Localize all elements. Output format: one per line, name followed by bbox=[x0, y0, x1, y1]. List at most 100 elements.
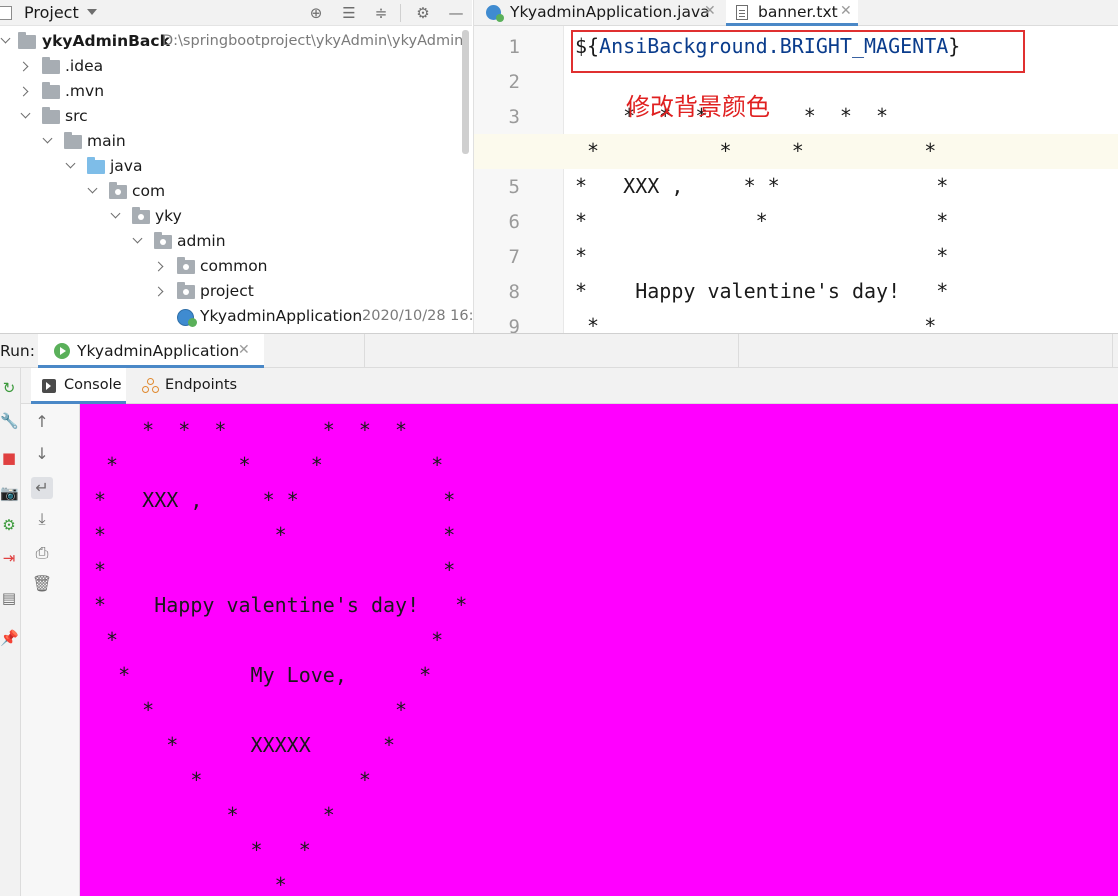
expand-all-icon[interactable]: ☰ bbox=[339, 3, 359, 23]
source-folder-icon bbox=[87, 157, 105, 174]
endpoint-node bbox=[152, 386, 159, 393]
chevron-right-icon[interactable] bbox=[18, 86, 29, 97]
tree-item-mvn[interactable]: .mvn bbox=[0, 80, 472, 105]
package-icon bbox=[132, 207, 150, 224]
console-line: * XXX , * * * bbox=[94, 488, 456, 512]
stop-icon[interactable]: ■ bbox=[0, 448, 18, 468]
code-line[interactable]: * * * bbox=[575, 209, 948, 233]
chevron-down-icon[interactable] bbox=[20, 108, 31, 119]
tree-item-project[interactable]: project bbox=[0, 280, 472, 305]
rerun-icon[interactable]: ↻ bbox=[0, 378, 18, 398]
gear-icon[interactable]: ⚙ bbox=[413, 3, 433, 23]
tree-item-label: ykyAdminBack bbox=[42, 32, 170, 50]
tree-item-label: yky bbox=[155, 207, 182, 225]
pin-icon[interactable]: 📌 bbox=[0, 628, 19, 648]
tree-item-label: .mvn bbox=[65, 82, 105, 100]
locate-file-icon[interactable]: ⊕ bbox=[306, 3, 326, 23]
down-arrow-icon[interactable]: ↓ bbox=[31, 443, 53, 465]
tree-item-label: .idea bbox=[65, 57, 104, 75]
trash-icon[interactable]: 🗑 bbox=[31, 573, 53, 595]
up-arrow-icon[interactable]: ↑ bbox=[31, 411, 53, 433]
line-number: 8 bbox=[508, 281, 520, 303]
tab-banner-txt[interactable]: banner.txt ✕ bbox=[726, 0, 858, 26]
package-icon bbox=[109, 182, 127, 199]
chevron-right-icon[interactable] bbox=[18, 61, 29, 72]
line-number: 6 bbox=[508, 211, 520, 233]
tree-item-ykyadminapplication[interactable]: YkyadminApplication 2020/10/28 16:32 bbox=[0, 305, 472, 330]
tree-item-ykyadminback[interactable]: ykyAdminBack D:\springbootproject\ykyAdm… bbox=[0, 30, 472, 55]
code-line[interactable]: * Happy valentine's day! * bbox=[575, 279, 948, 303]
tree-item-com[interactable]: com bbox=[0, 180, 472, 205]
console-line: * * bbox=[94, 838, 311, 862]
collapse-all-icon[interactable]: ≑ bbox=[371, 3, 391, 23]
tree-item-admin[interactable]: admin bbox=[0, 230, 472, 255]
code-line[interactable]: * * bbox=[575, 244, 948, 268]
run-config-tab[interactable]: YkyadminApplication ✕ bbox=[38, 334, 264, 368]
tab-endpoints[interactable]: Endpoints bbox=[165, 377, 237, 393]
console-line: * * bbox=[94, 768, 371, 792]
annotation-text: 修改背景颜色 bbox=[626, 93, 770, 121]
exit-icon[interactable]: ⇥ bbox=[0, 548, 18, 568]
tab-label: banner.txt bbox=[758, 3, 838, 21]
layout-icon[interactable]: ▤ bbox=[0, 588, 18, 608]
package-icon bbox=[177, 257, 195, 274]
run-tool-window: Run: YkyadminApplication ✕ ↻ 🔧 ■ 📷 ⚙ ⇥ ▤… bbox=[0, 333, 1118, 896]
tab-label: Console bbox=[64, 377, 122, 393]
tree-item-label: com bbox=[132, 182, 166, 200]
tree-item-label: YkyadminApplication bbox=[200, 307, 363, 325]
tree-item-idea[interactable]: .idea bbox=[0, 55, 472, 80]
close-icon[interactable]: ✕ bbox=[840, 3, 852, 19]
chevron-down-icon[interactable] bbox=[110, 208, 121, 219]
line-number-gutter: 1 2 3 4 5 6 7 8 9 bbox=[474, 26, 564, 333]
chevron-down-icon[interactable] bbox=[87, 9, 97, 15]
code-line[interactable]: * * bbox=[575, 314, 936, 333]
project-scrollbar[interactable] bbox=[462, 30, 469, 154]
close-icon[interactable]: ✕ bbox=[704, 3, 716, 19]
print-icon[interactable]: ⎙ bbox=[31, 542, 53, 564]
line-number: 5 bbox=[508, 176, 520, 198]
console-line: * * bbox=[94, 803, 335, 827]
console-line: * * bbox=[94, 558, 456, 582]
tree-item-main[interactable]: main bbox=[0, 130, 472, 155]
console-line: * * bbox=[94, 628, 444, 652]
endpoints-icon[interactable] bbox=[142, 378, 160, 394]
chevron-down-icon[interactable] bbox=[87, 183, 98, 194]
chevron-down-icon[interactable] bbox=[132, 233, 143, 244]
chevron-down-icon[interactable] bbox=[42, 133, 53, 144]
endpoint-node bbox=[142, 386, 149, 393]
line-number: 1 bbox=[508, 36, 520, 58]
project-tree: ykyAdminBack D:\springbootproject\ykyAdm… bbox=[0, 26, 472, 333]
folder-icon bbox=[42, 57, 60, 74]
tab-console[interactable]: Console bbox=[31, 368, 126, 404]
chevron-right-icon[interactable] bbox=[153, 286, 164, 297]
code-line[interactable]: * XXX , * * * bbox=[575, 174, 948, 198]
console-icon bbox=[42, 379, 56, 393]
run-config-label: YkyadminApplication bbox=[77, 342, 240, 360]
tree-item-common[interactable]: common bbox=[0, 255, 472, 280]
scroll-to-end-icon[interactable]: ⤓ bbox=[31, 508, 53, 530]
chevron-right-icon[interactable] bbox=[153, 261, 164, 272]
divider bbox=[738, 334, 739, 368]
tree-item-label: common bbox=[200, 257, 268, 275]
tab-ykyadminapplication-java[interactable]: YkyadminApplication.java ✕ bbox=[474, 0, 724, 26]
tree-item-java[interactable]: java bbox=[0, 155, 472, 180]
chevron-down-icon[interactable] bbox=[65, 158, 76, 169]
console-output[interactable]: * * * * * * * * * * * XXX , * * * * * * … bbox=[80, 404, 1118, 896]
tree-item-src[interactable]: src bbox=[0, 105, 472, 130]
close-icon[interactable]: ✕ bbox=[238, 342, 250, 358]
module-path: D:\springbootproject\ykyAdmin\ykyAdmin bbox=[162, 33, 464, 49]
restore-layout-icon[interactable]: ⚙ bbox=[0, 515, 18, 535]
code-line[interactable]: * * * * bbox=[575, 139, 936, 163]
wrench-icon[interactable]: 🔧 bbox=[0, 411, 19, 431]
soft-wrap-icon[interactable]: ↵ bbox=[31, 477, 53, 499]
minimize-icon[interactable]: — bbox=[446, 3, 466, 23]
package-icon bbox=[177, 282, 195, 299]
camera-icon[interactable]: 📷 bbox=[0, 483, 19, 503]
project-view-selector[interactable]: Project bbox=[24, 3, 79, 22]
console-line: * * * * bbox=[94, 453, 444, 477]
console-toolbar: ↑ ↓ ↵ ⤓ ⎙ 🗑 bbox=[21, 404, 80, 896]
chevron-down-icon[interactable] bbox=[0, 33, 11, 44]
tree-item-yky[interactable]: yky bbox=[0, 205, 472, 230]
line-number: 9 bbox=[508, 316, 520, 333]
line-number: 3 bbox=[508, 106, 520, 128]
